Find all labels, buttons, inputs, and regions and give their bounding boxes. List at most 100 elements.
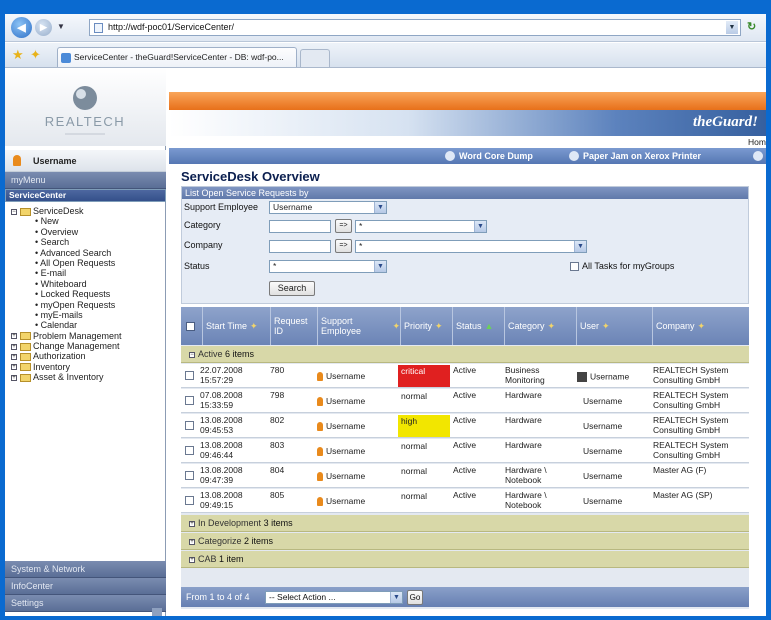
expand-icon[interactable]: + xyxy=(11,343,17,350)
favorites-star-icon[interactable]: ★ xyxy=(12,47,24,63)
cell-status: Active xyxy=(453,390,477,400)
tree-item-advanced-search[interactable]: • Advanced Search xyxy=(5,248,166,258)
tree-label: Advanced Search xyxy=(40,247,112,258)
expand-icon[interactable]: + xyxy=(11,354,17,361)
select-all-checkbox[interactable] xyxy=(186,321,195,331)
collapse-icon[interactable]: − xyxy=(11,208,17,215)
col-start-time[interactable]: Start Time ✦ xyxy=(203,307,271,345)
company-select[interactable]: * ▼ xyxy=(355,240,587,253)
col-category[interactable]: Category ✦ xyxy=(505,307,577,345)
cell-request-id[interactable]: 798 xyxy=(267,389,313,413)
expand-icon[interactable]: + xyxy=(11,364,17,371)
table-row[interactable]: 07.08.2008 15:33:59 798 Username normal Activ… xyxy=(181,389,749,413)
tree-folder-authorization[interactable]: + Authorization xyxy=(5,351,166,361)
expand-icon[interactable]: + xyxy=(189,556,195,563)
col-priority[interactable]: Priority ✦ xyxy=(401,307,453,345)
col-company[interactable]: Company ✦ xyxy=(653,307,749,345)
folder-icon xyxy=(20,373,31,382)
chevron-down-icon: ▼ xyxy=(574,241,586,252)
row-checkbox[interactable] xyxy=(185,471,194,480)
tree-item-calendar[interactable]: • Calendar xyxy=(5,320,166,330)
row-checkbox[interactable] xyxy=(185,496,194,505)
col-status[interactable]: Status ▲ xyxy=(453,307,505,345)
cell-company: REALTECH System Consulting GmbH xyxy=(653,440,729,460)
category-input[interactable] xyxy=(269,220,331,233)
search-button[interactable]: Search xyxy=(269,281,315,296)
tree-item-mye-mails[interactable]: • myE-mails xyxy=(5,310,166,320)
sort-icon: ✦ xyxy=(602,321,610,331)
forward-icon[interactable]: ▶ xyxy=(35,19,52,36)
row-checkbox[interactable] xyxy=(185,446,194,455)
menu-system-network[interactable]: System & Network xyxy=(5,561,166,578)
scroll-handle[interactable] xyxy=(152,608,162,616)
col-user[interactable]: User ✦ xyxy=(577,307,653,345)
action-select[interactable]: -- Select Action ... ▼ xyxy=(265,591,403,604)
cell-priority: normal xyxy=(401,441,427,451)
home-link[interactable]: Hom xyxy=(748,137,766,147)
tree-folder-problem-management[interactable]: + Problem Management xyxy=(5,331,166,341)
tab-servicecenter[interactable]: ServiceCenter - theGuard!ServiceCenter -… xyxy=(57,47,297,67)
status-select[interactable]: * ▼ xyxy=(269,260,387,273)
tree-item-overview[interactable]: • Overview xyxy=(5,227,166,237)
table-row[interactable]: 13.08.2008 09:49:15 805 Username normal Activ… xyxy=(181,489,749,513)
table-row[interactable]: 13.08.2008 09:47:39 804 Username normal Activ… xyxy=(181,464,749,488)
all-tasks-checkbox[interactable] xyxy=(570,262,579,271)
back-icon[interactable]: ◀ xyxy=(11,17,32,38)
group-categorize[interactable]: + Categorize 2 items xyxy=(181,533,749,550)
tree-item-all-open-requests[interactable]: • All Open Requests xyxy=(5,258,166,268)
col-support-employee[interactable]: Support Employee ✦ xyxy=(318,307,401,345)
tree-item-e-mail[interactable]: • E-mail xyxy=(5,268,166,278)
tree-item-whiteboard[interactable]: • Whiteboard xyxy=(5,279,166,289)
company-input[interactable] xyxy=(269,240,331,253)
tree-item-search[interactable]: • Search xyxy=(5,237,166,247)
tree-folder-change-management[interactable]: + Change Management xyxy=(5,341,166,351)
row-checkbox[interactable] xyxy=(185,371,194,380)
collapse-icon[interactable]: − xyxy=(189,351,195,358)
expand-icon[interactable]: + xyxy=(11,333,17,340)
table-row[interactable]: 13.08.2008 09:46:44 803 Username normal Activ… xyxy=(181,439,749,463)
category-transfer-button[interactable]: => xyxy=(335,219,352,233)
address-bar[interactable]: http://wdf-poc01/ServiceCenter/ ▼ xyxy=(89,19,741,36)
group-in-development[interactable]: + In Development 3 items xyxy=(181,515,749,532)
row-checkbox[interactable] xyxy=(185,396,194,405)
cell-request-id[interactable]: 803 xyxy=(267,439,313,463)
cell-request-id[interactable]: 780 xyxy=(267,364,313,388)
refresh-icon[interactable]: ↻ xyxy=(747,20,756,33)
new-tab-button[interactable] xyxy=(300,49,330,67)
go-button[interactable]: Go xyxy=(407,590,423,605)
history-dropdown-icon[interactable]: ▼ xyxy=(57,22,65,31)
support-employee-select[interactable]: Username ▼ xyxy=(269,201,387,214)
tree-item-new[interactable]: • New xyxy=(5,216,166,226)
menu-servicecenter[interactable]: ServiceCenter xyxy=(5,189,166,202)
cell-request-id[interactable]: 805 xyxy=(267,489,313,513)
tree-folder-inventory[interactable]: + Inventory xyxy=(5,362,166,372)
company-transfer-button[interactable]: => xyxy=(335,239,352,253)
tree-item-myopen-requests[interactable]: • myOpen Requests xyxy=(5,300,166,310)
cell-request-id[interactable]: 802 xyxy=(267,414,313,438)
table-row[interactable]: 13.08.2008 09:45:53 802 Username high Active H… xyxy=(181,414,749,438)
expand-icon[interactable]: + xyxy=(189,538,195,545)
table-row[interactable]: 22.07.2008 15:57:29 780 Username critical Act… xyxy=(181,364,749,388)
tree-item-locked-requests[interactable]: • Locked Requests xyxy=(5,289,166,299)
menu-infocenter[interactable]: InfoCenter xyxy=(5,578,166,595)
tree-item-servicedesk[interactable]: − ServiceDesk xyxy=(5,206,166,216)
expand-icon[interactable]: + xyxy=(11,374,17,381)
support-employee-label: Support Employee xyxy=(184,202,259,212)
col-request-id[interactable]: Request ID xyxy=(271,307,318,345)
select-all-cell xyxy=(181,307,203,345)
row-checkbox[interactable] xyxy=(185,421,194,430)
menu-mymenu[interactable]: myMenu xyxy=(5,172,166,189)
expand-icon[interactable]: + xyxy=(189,520,195,527)
tree-folder-asset-inventory[interactable]: + Asset & Inventory xyxy=(5,372,166,382)
select-value: * xyxy=(359,221,363,231)
category-select[interactable]: * ▼ xyxy=(355,220,487,233)
menu-settings[interactable]: Settings xyxy=(5,595,166,612)
address-dropdown-icon[interactable]: ▼ xyxy=(726,21,738,34)
group-active[interactable]: − Active 6 items xyxy=(181,346,749,363)
alert-paper-jam[interactable]: Paper Jam on Xerox Printer xyxy=(583,148,701,164)
edit-note-icon xyxy=(577,372,587,382)
add-favorite-icon[interactable]: ✦ xyxy=(30,47,41,63)
cell-request-id[interactable]: 804 xyxy=(267,464,313,488)
group-cab[interactable]: + CAB 1 item xyxy=(181,551,749,568)
alert-word-core-dump[interactable]: Word Core Dump xyxy=(459,148,533,164)
